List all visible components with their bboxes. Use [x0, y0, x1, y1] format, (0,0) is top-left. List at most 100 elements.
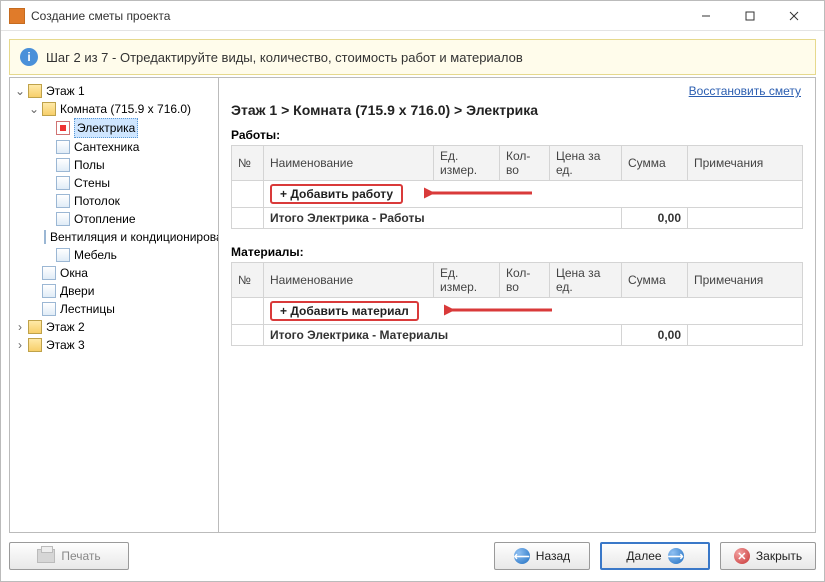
tree-node-electrics[interactable]: Электрика	[42, 118, 216, 138]
doc-icon	[56, 121, 70, 135]
table-header-row: № Наименование Ед. измер. Кол-во Цена за…	[232, 146, 803, 181]
col-qty: Кол-во	[500, 263, 550, 298]
tree-node-stairs[interactable]: Лестницы	[28, 300, 216, 318]
works-total-value: 0,00	[622, 208, 688, 229]
tree-node-ceiling[interactable]: Потолок	[42, 192, 216, 210]
doc-icon	[56, 140, 70, 154]
annotation-arrow-icon	[424, 186, 534, 198]
col-sum: Сумма	[622, 146, 688, 181]
tree-node-walls[interactable]: Стены	[42, 174, 216, 192]
close-window-button[interactable]	[772, 2, 816, 30]
collapse-icon[interactable]: ⌄	[28, 100, 40, 118]
tree-node-furniture[interactable]: Мебель	[42, 246, 216, 264]
add-material-button[interactable]: + Добавить материал	[270, 301, 419, 321]
works-total-row: Итого Электрика - Работы 0,00	[232, 208, 803, 229]
materials-total-value: 0,00	[622, 325, 688, 346]
tree-label: Комната (715.9 x 716.0)	[60, 100, 191, 118]
col-qty: Кол-во	[500, 146, 550, 181]
tree-node-heating[interactable]: Отопление	[42, 210, 216, 228]
col-notes: Примечания	[688, 263, 803, 298]
maximize-button[interactable]	[728, 2, 772, 30]
printer-icon	[37, 549, 55, 563]
footer-toolbar: Печать ⟵ Назад Далее ⟶ ✕ Закрыть	[9, 539, 816, 573]
tree-label: Электрика	[74, 118, 138, 138]
table-header-row: № Наименование Ед. измер. Кол-во Цена за…	[232, 263, 803, 298]
col-unit: Ед. измер.	[434, 263, 500, 298]
back-button[interactable]: ⟵ Назад	[494, 542, 590, 570]
expand-icon[interactable]: ›	[14, 318, 26, 336]
col-price: Цена за ед.	[550, 263, 622, 298]
info-icon: i	[20, 48, 38, 66]
close-icon: ✕	[734, 548, 750, 564]
tree-node-windows[interactable]: Окна	[28, 264, 216, 282]
col-price: Цена за ед.	[550, 146, 622, 181]
project-tree[interactable]: ⌄ Этаж 1 ⌄ Комната (715.9 x 716.0) Электри…	[9, 77, 219, 533]
doc-icon	[42, 266, 56, 280]
print-button[interactable]: Печать	[9, 542, 129, 570]
tree-label: Этаж 2	[46, 318, 85, 336]
tree-label: Двери	[60, 282, 94, 300]
tree-node-ventilation[interactable]: Вентиляция и кондиционирование	[42, 228, 216, 246]
content-pane: Восстановить смету Этаж 1 > Комната (715…	[219, 77, 816, 533]
breadcrumb: Этаж 1 > Комната (715.9 x 716.0) > Элект…	[231, 102, 803, 118]
close-label: Закрыть	[756, 549, 802, 563]
works-table: № Наименование Ед. измер. Кол-во Цена за…	[231, 145, 803, 229]
doc-icon	[56, 248, 70, 262]
titlebar: Создание сметы проекта	[1, 1, 824, 31]
col-no: №	[232, 146, 264, 181]
tree-label: Отопление	[74, 210, 136, 228]
doc-icon	[42, 284, 56, 298]
col-name: Наименование	[264, 146, 434, 181]
next-button[interactable]: Далее ⟶	[600, 542, 710, 570]
folder-icon	[42, 102, 56, 116]
works-section-label: Работы:	[231, 128, 803, 142]
tree-node-floor3[interactable]: › Этаж 3	[14, 336, 216, 354]
tree-node-doors[interactable]: Двери	[28, 282, 216, 300]
arrow-right-icon: ⟶	[668, 548, 684, 564]
window-title: Создание сметы проекта	[31, 9, 684, 23]
doc-icon	[44, 230, 46, 244]
tree-label: Мебель	[74, 246, 117, 264]
materials-table: № Наименование Ед. измер. Кол-во Цена за…	[231, 262, 803, 346]
doc-icon	[56, 194, 70, 208]
collapse-icon[interactable]: ⌄	[14, 82, 26, 100]
doc-icon	[56, 176, 70, 190]
expand-icon[interactable]: ›	[14, 336, 26, 354]
materials-total-label: Итого Электрика - Материалы	[264, 325, 622, 346]
tree-node-floors[interactable]: Полы	[42, 156, 216, 174]
tree-label: Лестницы	[60, 300, 115, 318]
col-name: Наименование	[264, 263, 434, 298]
annotation-arrow-icon	[444, 303, 554, 315]
add-work-button[interactable]: + Добавить работу	[270, 184, 403, 204]
col-sum: Сумма	[622, 263, 688, 298]
step-info-banner: i Шаг 2 из 7 - Отредактируйте виды, коли…	[9, 39, 816, 75]
arrow-left-icon: ⟵	[514, 548, 530, 564]
tree-label: Стены	[74, 174, 110, 192]
tree-label: Этаж 3	[46, 336, 85, 354]
close-button[interactable]: ✕ Закрыть	[720, 542, 816, 570]
folder-icon	[28, 84, 42, 98]
materials-total-row: Итого Электрика - Материалы 0,00	[232, 325, 803, 346]
tree-label: Сантехника	[74, 138, 139, 156]
col-notes: Примечания	[688, 146, 803, 181]
folder-icon	[28, 320, 42, 334]
tree-node-floor1[interactable]: ⌄ Этаж 1	[14, 82, 216, 100]
col-unit: Ед. измер.	[434, 146, 500, 181]
minimize-button[interactable]	[684, 2, 728, 30]
next-label: Далее	[626, 549, 661, 563]
tree-label: Окна	[60, 264, 88, 282]
tree-node-room[interactable]: ⌄ Комната (715.9 x 716.0)	[28, 100, 216, 118]
tree-label: Полы	[74, 156, 105, 174]
doc-icon	[56, 212, 70, 226]
tree-label: Потолок	[74, 192, 120, 210]
tree-node-floor2[interactable]: › Этаж 2	[14, 318, 216, 336]
restore-estimate-link[interactable]: Восстановить смету	[689, 84, 801, 98]
add-work-row: + Добавить работу	[232, 181, 803, 208]
step-info-text: Шаг 2 из 7 - Отредактируйте виды, количе…	[46, 50, 523, 65]
doc-icon	[42, 302, 56, 316]
print-label: Печать	[61, 549, 100, 563]
materials-section-label: Материалы:	[231, 245, 803, 259]
tree-node-plumbing[interactable]: Сантехника	[42, 138, 216, 156]
tree-label: Этаж 1	[46, 82, 85, 100]
col-no: №	[232, 263, 264, 298]
